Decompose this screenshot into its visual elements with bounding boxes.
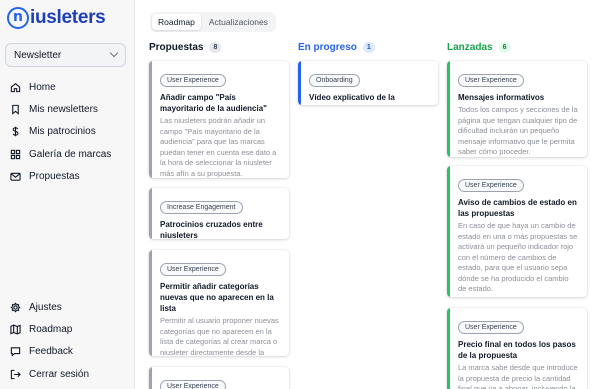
- roadmap-card[interactable]: User Experience Aviso de cambios de esta…: [447, 166, 587, 297]
- column-title: En progreso: [298, 41, 357, 53]
- view-tabs: Roadmap Actualizaciones: [150, 12, 276, 32]
- card-tag: User Experience: [160, 380, 226, 389]
- gear-icon: [10, 302, 21, 312]
- sidebar-item-label: Mis newsletters: [29, 103, 98, 115]
- card-title: Añadir campo "País mayoritario de la aud…: [160, 93, 267, 113]
- mail-icon: [10, 172, 21, 181]
- card-description: Las niusleters podrán añadir un campo "P…: [160, 116, 277, 178]
- newsletter-select-value: Newsletter: [14, 49, 62, 61]
- card-tag: User Experience: [160, 263, 226, 276]
- sidebar-item-galeria-de-marcas[interactable]: Galería de marcas: [0, 143, 135, 165]
- sidebar-item-ajustes[interactable]: Ajustes: [0, 296, 135, 318]
- sidebar-item-label: Mis patrocinios: [29, 126, 96, 138]
- card-status-bar: [447, 61, 450, 157]
- card-description: La marca sabe desde que introduce la pro…: [458, 363, 578, 389]
- column-count-badge: 1: [362, 41, 375, 53]
- column-count-badge: 6: [498, 41, 511, 53]
- card-title: Permitir añadir categorías nuevas que no…: [160, 282, 274, 313]
- sidebar-item-label: Galería de marcas: [29, 148, 112, 160]
- roadmap-card[interactable]: User Experience Precio final en todos lo…: [447, 308, 587, 389]
- sidebar-item-roadmap[interactable]: Roadmap: [0, 318, 135, 340]
- card-title: Mensajes informativos: [458, 93, 545, 102]
- sidebar-item-label: Feedback: [29, 346, 73, 358]
- column-lanzadas: Lanzadas 6: [447, 40, 588, 54]
- sidebar: n iusleters Newsletter Home Mis newslett…: [0, 0, 135, 389]
- column-title: Lanzadas: [447, 41, 493, 53]
- tab-actualizaciones[interactable]: Actualizaciones: [203, 14, 274, 30]
- sidebar-item-feedback[interactable]: Feedback: [0, 341, 135, 363]
- column-header: Propuestas 8: [149, 40, 290, 54]
- card-tag: User Experience: [160, 74, 226, 87]
- bookmark-icon: [12, 104, 19, 115]
- main-content: Roadmap Actualizaciones Propuestas 8 Use…: [136, 0, 600, 389]
- card-title: Precio final en todos los pasos de la pr…: [458, 340, 576, 360]
- card-tag: User Experience: [458, 321, 524, 334]
- logout-icon: [10, 369, 21, 379]
- sidebar-item-label: Roadmap: [29, 323, 73, 335]
- roadmap-card[interactable]: User Experience: [149, 367, 289, 389]
- chat-icon: [10, 347, 21, 357]
- chevron-down-icon: [109, 48, 119, 58]
- map-icon: [10, 324, 21, 335]
- card-tag: User Experience: [458, 179, 524, 192]
- app-logo[interactable]: n iusleters: [7, 6, 106, 30]
- card-status-bar: [149, 367, 152, 389]
- card-tag: Onboarding: [309, 74, 360, 87]
- card-description: En caso de que haya un cambio de estado …: [458, 221, 578, 293]
- sidebar-item-label: Cerrar sesión: [29, 368, 90, 380]
- sidebar-item-label: Home: [29, 81, 56, 93]
- column-title: Propuestas: [149, 41, 204, 53]
- card-description: Todos los campos y secciones de la págin…: [458, 105, 578, 156]
- dollar-icon: [12, 126, 19, 137]
- sidebar-nav-top: Home Mis newsletters Mis patrocinios Gal…: [0, 76, 135, 187]
- logo-text: iusleters: [30, 7, 106, 28]
- grid-icon: [10, 149, 21, 159]
- newsletter-select[interactable]: Newsletter: [5, 43, 126, 67]
- column-header: En progreso 1: [298, 40, 439, 54]
- sidebar-nav-bottom: Ajustes Roadmap Feedback Cerrar sesión: [0, 296, 135, 385]
- card-tag: Increase Engagement: [160, 201, 243, 214]
- sidebar-item-cerrar-sesion[interactable]: Cerrar sesión: [0, 363, 135, 385]
- card-title: Patrocinios cruzados entre niusleters: [160, 220, 263, 239]
- column-en-progreso: En progreso 1: [298, 40, 439, 54]
- roadmap-card[interactable]: Onboarding Vídeo explicativo de la plata…: [298, 61, 438, 105]
- card-status-bar: [149, 188, 152, 239]
- card-title: Aviso de cambios de estado en las propue…: [458, 198, 577, 218]
- card-title: Vídeo explicativo de la plataforma: [309, 93, 395, 105]
- sidebar-item-mis-patrocinios[interactable]: Mis patrocinios: [0, 121, 135, 143]
- logo-mark-icon: n: [7, 7, 29, 29]
- sidebar-item-label: Ajustes: [29, 301, 62, 313]
- sidebar-item-propuestas[interactable]: Propuestas: [0, 165, 135, 187]
- card-description: Permitir al usuario proponer nuevas cate…: [160, 316, 279, 356]
- tab-roadmap[interactable]: Roadmap: [152, 14, 201, 30]
- card-status-bar: [447, 308, 450, 389]
- column-header: Lanzadas 6: [447, 40, 588, 54]
- card-status-bar: [298, 61, 301, 105]
- roadmap-card[interactable]: User Experience Añadir campo "País mayor…: [149, 61, 289, 178]
- home-icon: [10, 82, 21, 92]
- card-status-bar: [447, 166, 450, 297]
- roadmap-card[interactable]: User Experience Permitir añadir categorí…: [149, 250, 289, 356]
- column-count-badge: 8: [209, 41, 222, 53]
- card-tag: User Experience: [458, 74, 524, 87]
- roadmap-card[interactable]: User Experience Mensajes informativos To…: [447, 61, 587, 157]
- sidebar-item-home[interactable]: Home: [0, 76, 135, 98]
- column-propuestas: Propuestas 8: [149, 40, 290, 54]
- roadmap-card[interactable]: Increase Engagement Patrocinios cruzados…: [149, 188, 289, 239]
- card-status-bar: [149, 250, 152, 356]
- sidebar-item-mis-newsletters[interactable]: Mis newsletters: [0, 98, 135, 120]
- sidebar-item-label: Propuestas: [29, 170, 80, 182]
- card-status-bar: [149, 61, 152, 178]
